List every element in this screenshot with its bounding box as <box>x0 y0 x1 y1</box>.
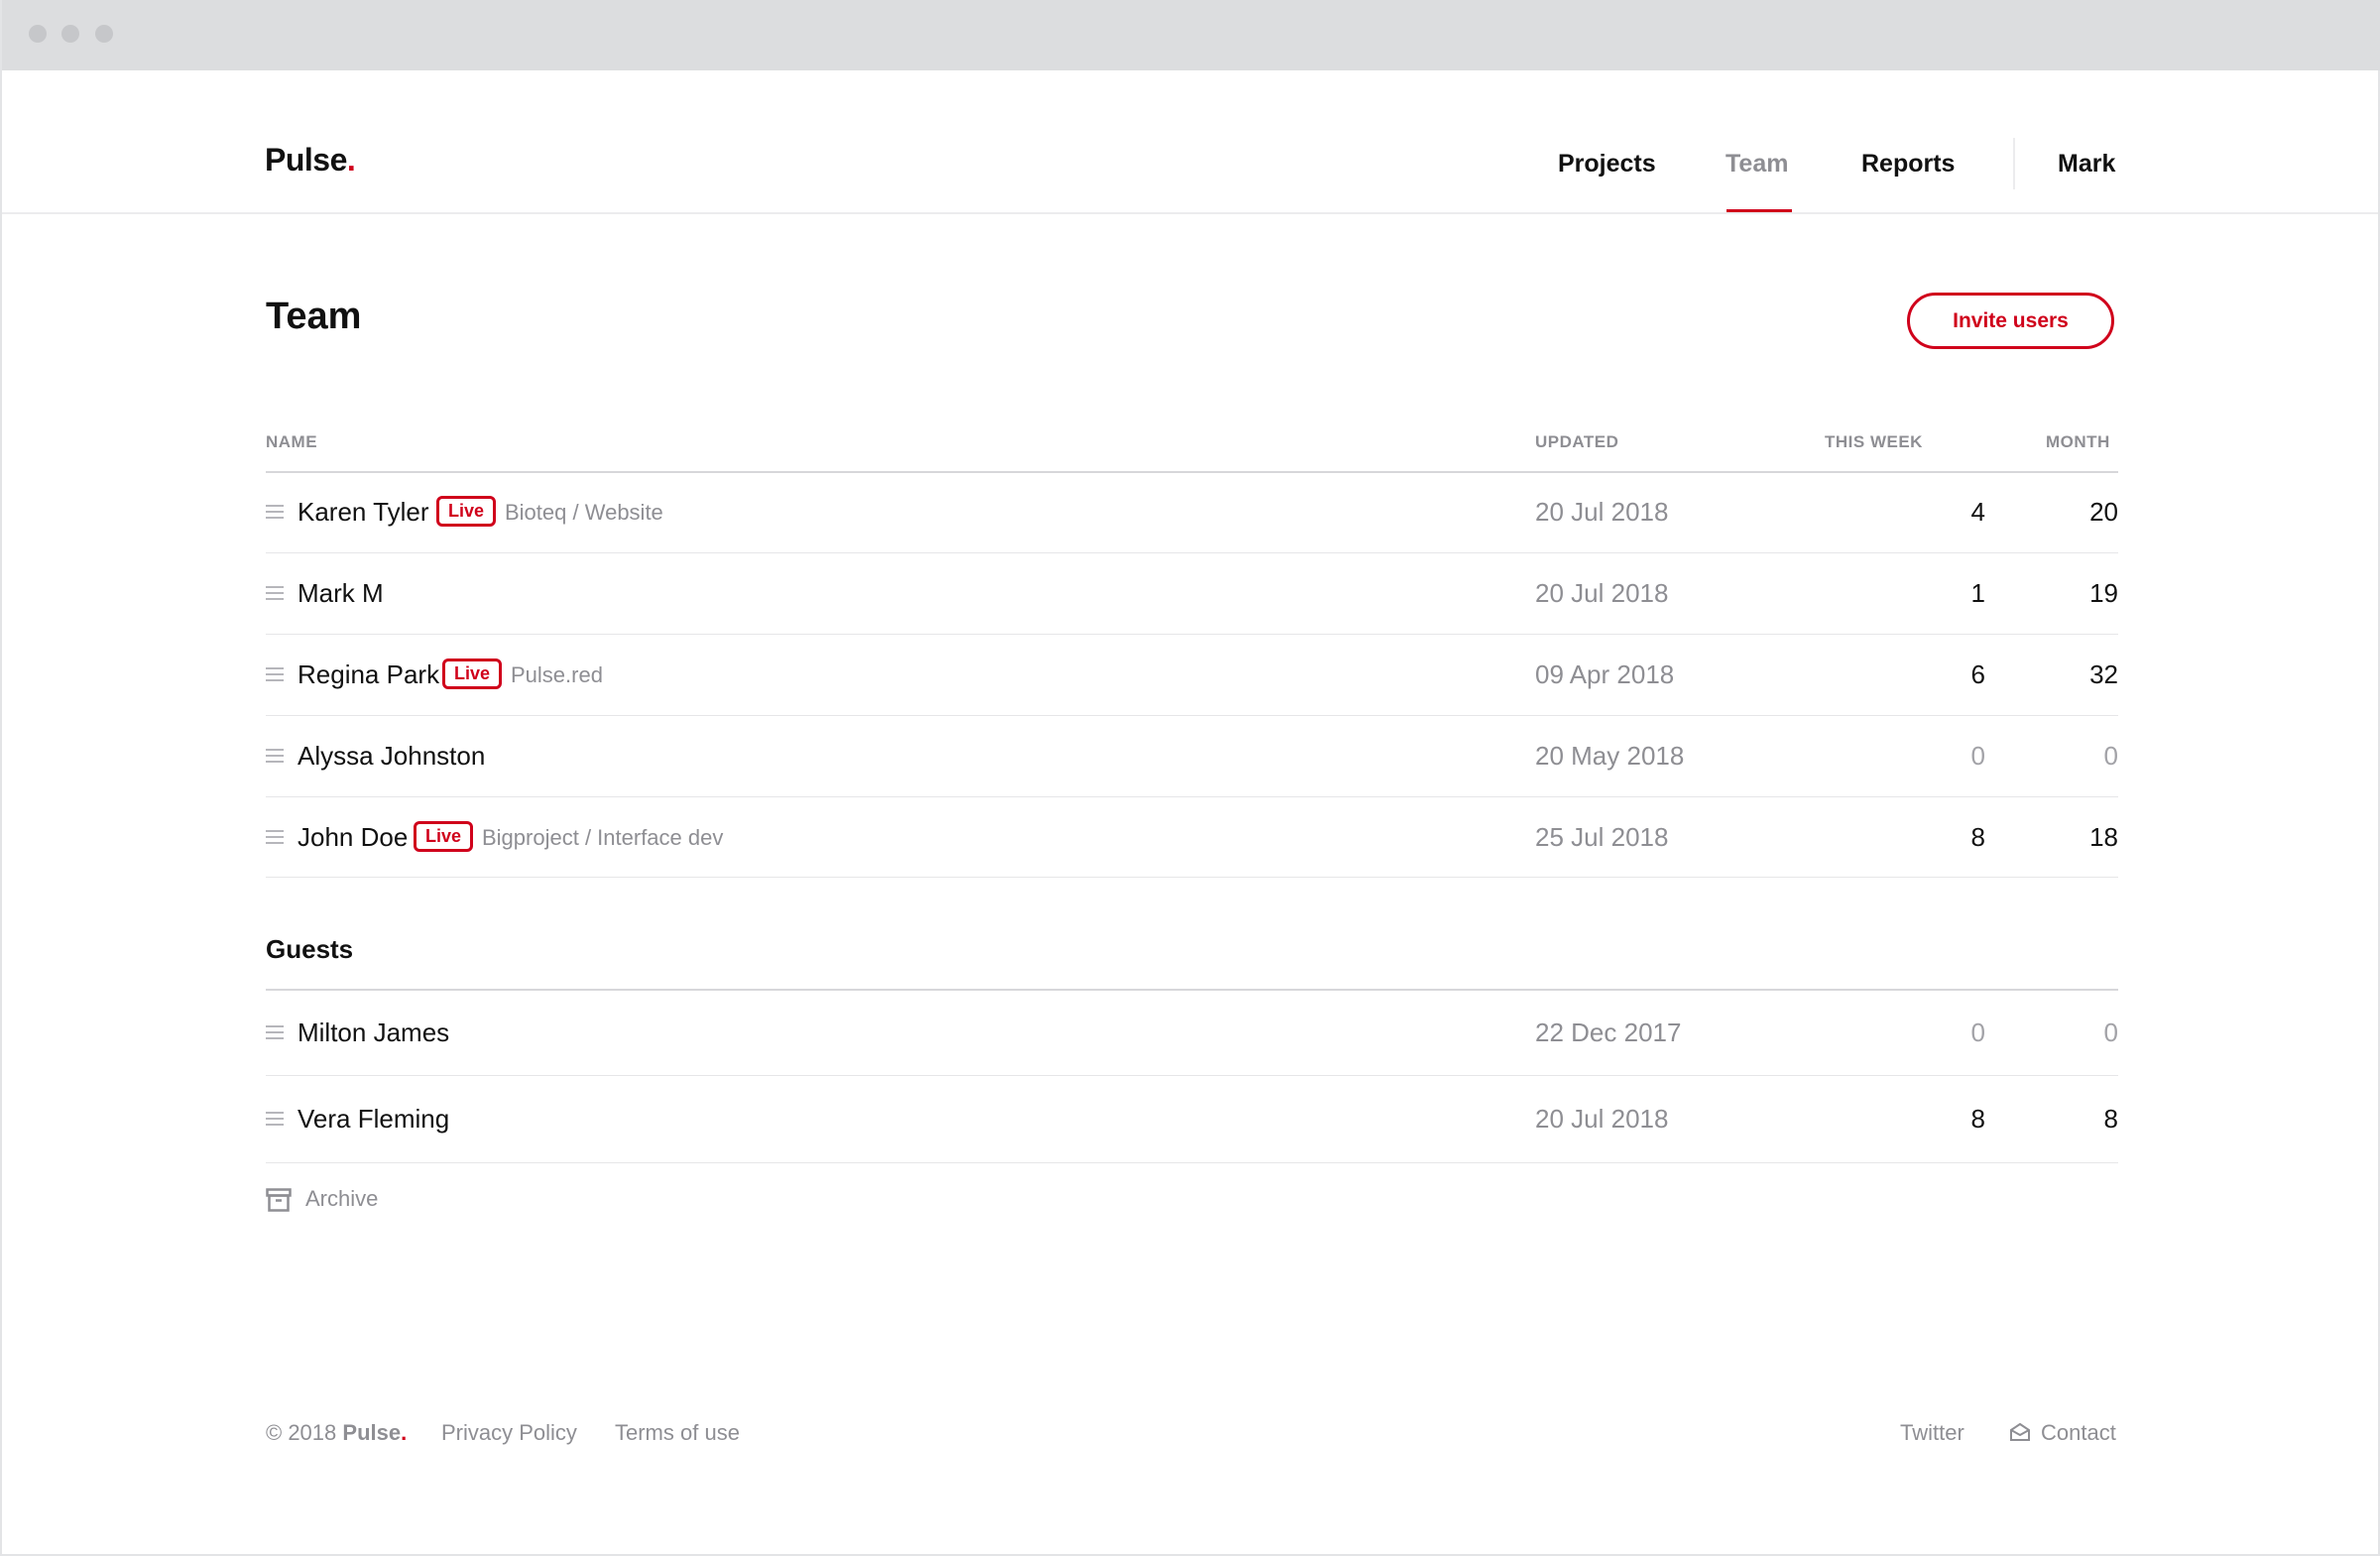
brand-dot: . <box>346 142 356 178</box>
row-divider <box>266 715 2118 716</box>
member-name[interactable]: Karen Tyler <box>298 497 428 528</box>
updated-date: 20 Jul 2018 <box>1535 1104 1669 1134</box>
nav-divider <box>2013 138 2015 189</box>
window-zoom-dot[interactable] <box>95 25 113 43</box>
live-badge: Live <box>442 658 503 689</box>
guests-header-divider <box>266 989 2118 991</box>
member-name[interactable]: John Doe <box>298 822 408 853</box>
month-count: 20 <box>2089 497 2118 527</box>
member-name[interactable]: Alyssa Johnston <box>298 741 485 772</box>
guests-section-title: Guests <box>266 934 354 964</box>
drag-handle-icon[interactable] <box>266 667 284 681</box>
brand-name: Pulse <box>265 142 347 178</box>
row-divider <box>266 796 2118 797</box>
table-row[interactable]: Milton James 22 Dec 2017 0 0 <box>266 1004 2118 1063</box>
row-divider <box>266 877 2118 878</box>
contact-link[interactable]: Contact <box>2009 1420 2116 1446</box>
this-week-count: 4 <box>1970 497 1985 527</box>
nav-active-indicator <box>1726 209 1792 212</box>
table-row[interactable]: John Doe Live Bigproject / Interface dev… <box>266 808 2118 868</box>
updated-date: 25 Jul 2018 <box>1535 822 1669 852</box>
member-name[interactable]: Regina Park <box>298 659 439 690</box>
month-count: 19 <box>2089 578 2118 608</box>
contact-label: Contact <box>2041 1420 2116 1445</box>
this-week-count: 0 <box>1970 741 1985 771</box>
drag-handle-icon[interactable] <box>266 1112 284 1126</box>
nav-reports[interactable]: Reports <box>1861 150 1955 179</box>
drag-handle-icon[interactable] <box>266 830 284 844</box>
row-divider <box>266 1075 2118 1076</box>
invite-users-button[interactable]: Invite users <box>1907 293 2114 349</box>
updated-date: 22 Dec 2017 <box>1535 1017 1682 1047</box>
table-row[interactable]: Vera Fleming 20 Jul 2018 8 8 <box>266 1090 2118 1149</box>
this-week-count: 0 <box>1970 1017 1985 1047</box>
drag-handle-icon[interactable] <box>266 505 284 519</box>
user-menu[interactable]: Mark <box>2058 150 2115 179</box>
top-navigation: Pulse. Projects Team Reports Mark <box>2 70 2378 214</box>
drag-handle-icon[interactable] <box>266 1025 284 1039</box>
member-project[interactable]: Pulse.red <box>511 662 603 688</box>
guest-name[interactable]: Vera Fleming <box>298 1104 449 1135</box>
footer-copyright: © 2018 Pulse. <box>266 1420 407 1446</box>
table-row[interactable]: Alyssa Johnston 20 May 2018 0 0 <box>266 727 2118 786</box>
page-title: Team <box>266 296 362 337</box>
footer-brand-dot: . <box>401 1420 408 1445</box>
twitter-link[interactable]: Twitter <box>1900 1420 1964 1446</box>
guest-name[interactable]: Milton James <box>298 1017 449 1048</box>
archive-icon <box>266 1188 292 1212</box>
copyright-text: © 2018 <box>266 1420 337 1445</box>
updated-date: 20 May 2018 <box>1535 741 1685 771</box>
row-divider <box>266 1162 2118 1163</box>
brand-logo[interactable]: Pulse. <box>265 142 356 179</box>
footer-brand: Pulse <box>342 1420 402 1445</box>
drag-handle-icon[interactable] <box>266 586 284 600</box>
terms-of-use-link[interactable]: Terms of use <box>615 1420 740 1446</box>
month-count: 0 <box>2103 741 2118 771</box>
nav-projects[interactable]: Projects <box>1558 150 1656 179</box>
live-badge: Live <box>414 821 474 852</box>
column-header-updated[interactable]: UPDATED <box>1535 432 1618 452</box>
envelope-icon <box>2010 1422 2030 1441</box>
month-count: 32 <box>2089 659 2118 689</box>
row-divider <box>266 634 2118 635</box>
table-header-divider <box>266 471 2118 473</box>
live-badge: Live <box>436 496 497 527</box>
updated-date: 09 Apr 2018 <box>1535 659 1675 689</box>
this-week-count: 8 <box>1970 1104 1985 1134</box>
member-name[interactable]: Mark M <box>298 578 384 609</box>
member-project[interactable]: Bioteq / Website <box>505 500 663 526</box>
member-project[interactable]: Bigproject / Interface dev <box>482 825 723 851</box>
drag-handle-icon[interactable] <box>266 749 284 763</box>
table-row[interactable]: Regina Park Live Pulse.red 09 Apr 2018 6… <box>266 646 2118 705</box>
nav-team[interactable]: Team <box>1726 150 1788 179</box>
window-close-dot[interactable] <box>29 25 47 43</box>
table-row[interactable]: Karen Tyler Live Bioteq / Website 20 Jul… <box>266 483 2118 542</box>
archive-label: Archive <box>305 1186 379 1211</box>
column-header-name[interactable]: NAME <box>266 432 317 452</box>
this-week-count: 6 <box>1970 659 1985 689</box>
month-count: 18 <box>2089 822 2118 852</box>
updated-date: 20 Jul 2018 <box>1535 578 1669 608</box>
updated-date: 20 Jul 2018 <box>1535 497 1669 527</box>
table-row[interactable]: Mark M 20 Jul 2018 1 19 <box>266 564 2118 624</box>
column-header-this-week[interactable]: THIS WEEK <box>1825 432 1923 452</box>
month-count: 8 <box>2103 1104 2118 1134</box>
this-week-count: 1 <box>1970 578 1985 608</box>
this-week-count: 8 <box>1970 822 1985 852</box>
column-header-month[interactable]: MONTH <box>2046 432 2110 452</box>
privacy-policy-link[interactable]: Privacy Policy <box>441 1420 577 1446</box>
window-minimize-dot[interactable] <box>61 25 79 43</box>
month-count: 0 <box>2103 1017 2118 1047</box>
browser-window: Pulse. Projects Team Reports Mark Team I… <box>0 0 2380 1556</box>
window-titlebar <box>2 0 2380 70</box>
row-divider <box>266 552 2118 553</box>
